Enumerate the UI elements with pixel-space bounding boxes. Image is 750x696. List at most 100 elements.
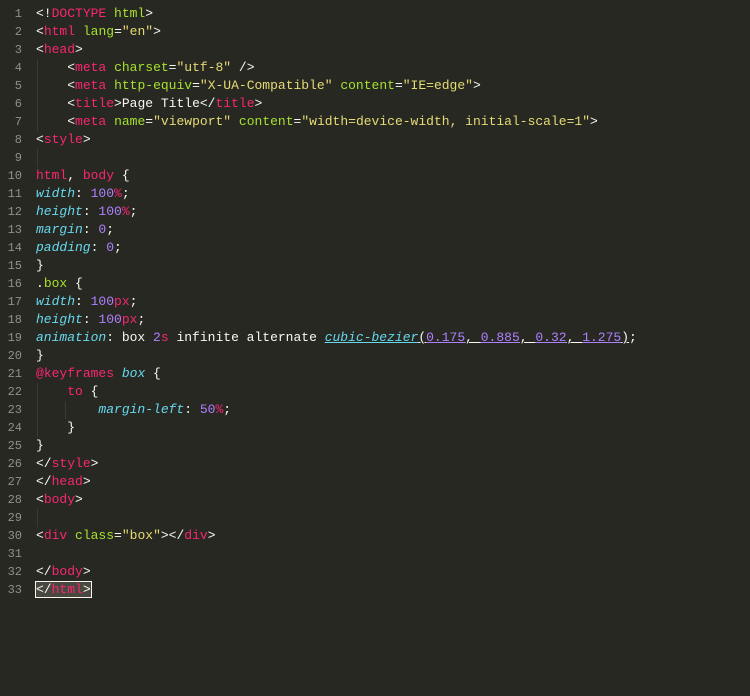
code-line[interactable]: <body> bbox=[36, 491, 750, 509]
token: </ bbox=[36, 474, 52, 489]
code-line[interactable]: <html lang="en"> bbox=[36, 23, 750, 41]
token bbox=[106, 6, 114, 21]
code-line[interactable]: } bbox=[36, 419, 750, 437]
token: = bbox=[145, 114, 153, 129]
line-number: 12 bbox=[0, 203, 22, 221]
token: "width=device-width, initial-scale=1" bbox=[301, 114, 590, 129]
token: { bbox=[83, 384, 99, 399]
code-line[interactable]: <meta name="viewport" content="width=dev… bbox=[36, 113, 750, 131]
code-line[interactable] bbox=[36, 149, 750, 167]
code-line[interactable]: height: 100px; bbox=[36, 311, 750, 329]
token: div bbox=[184, 528, 207, 543]
line-number: 6 bbox=[0, 95, 22, 113]
token: } bbox=[67, 420, 75, 435]
code-line[interactable]: </head> bbox=[36, 473, 750, 491]
line-number: 5 bbox=[0, 77, 22, 95]
code-line[interactable]: animation: box 2s infinite alternate cub… bbox=[36, 329, 750, 347]
token: > bbox=[83, 564, 91, 579]
token: "IE=edge" bbox=[403, 78, 473, 93]
token: keyframes bbox=[44, 366, 114, 381]
token: html bbox=[52, 582, 83, 597]
token: > bbox=[83, 132, 91, 147]
code-line[interactable]: padding: 0; bbox=[36, 239, 750, 257]
token: : bbox=[83, 312, 99, 327]
token: : bbox=[83, 222, 99, 237]
code-line[interactable] bbox=[36, 509, 750, 527]
line-number: 9 bbox=[0, 149, 22, 167]
token: s bbox=[161, 330, 169, 345]
token: : bbox=[91, 240, 107, 255]
token: "utf-8" bbox=[176, 60, 231, 75]
token bbox=[75, 24, 83, 39]
token: 100 bbox=[91, 186, 114, 201]
code-line[interactable]: </style> bbox=[36, 455, 750, 473]
code-line[interactable]: <!DOCTYPE html> bbox=[36, 5, 750, 23]
token bbox=[36, 60, 67, 75]
code-line[interactable]: } bbox=[36, 257, 750, 275]
token: > bbox=[255, 96, 263, 111]
code-line[interactable]: <meta charset="utf-8" /> bbox=[36, 59, 750, 77]
token: 0 bbox=[106, 240, 114, 255]
token: ; bbox=[223, 402, 231, 417]
line-number-gutter: 1234567891011121314151617181920212223242… bbox=[0, 0, 30, 696]
code-editor[interactable]: 1234567891011121314151617181920212223242… bbox=[0, 0, 750, 696]
token bbox=[231, 114, 239, 129]
token: meta bbox=[75, 60, 106, 75]
code-line[interactable]: } bbox=[36, 437, 750, 455]
token: < bbox=[36, 42, 44, 57]
line-number: 27 bbox=[0, 473, 22, 491]
code-line[interactable]: </html> bbox=[36, 581, 750, 599]
code-area[interactable]: <!DOCTYPE html><html lang="en"><head> <m… bbox=[30, 0, 750, 696]
code-line[interactable]: </body> bbox=[36, 563, 750, 581]
token: < bbox=[36, 24, 44, 39]
token: = bbox=[395, 78, 403, 93]
code-line[interactable]: <div class="box"></div> bbox=[36, 527, 750, 545]
token: content bbox=[239, 114, 294, 129]
token: 50 bbox=[200, 402, 216, 417]
code-line[interactable]: <head> bbox=[36, 41, 750, 59]
line-number: 7 bbox=[0, 113, 22, 131]
token: </ bbox=[200, 96, 216, 111]
code-line[interactable]: width: 100%; bbox=[36, 185, 750, 203]
line-number: 18 bbox=[0, 311, 22, 329]
token: style bbox=[44, 132, 83, 147]
token: , bbox=[67, 168, 83, 183]
token: body bbox=[52, 564, 83, 579]
line-number: 28 bbox=[0, 491, 22, 509]
token: > bbox=[473, 78, 481, 93]
token: ( bbox=[418, 330, 426, 345]
code-line[interactable]: <style> bbox=[36, 131, 750, 149]
code-line[interactable]: html, body { bbox=[36, 167, 750, 185]
code-line[interactable]: @keyframes box { bbox=[36, 365, 750, 383]
code-line[interactable]: to { bbox=[36, 383, 750, 401]
line-number: 23 bbox=[0, 401, 22, 419]
code-line[interactable]: <title>Page Title</title> bbox=[36, 95, 750, 113]
code-line[interactable]: <meta http-equiv="X-UA-Compatible" conte… bbox=[36, 77, 750, 95]
token: </ bbox=[36, 582, 52, 597]
code-line[interactable] bbox=[36, 545, 750, 563]
token bbox=[36, 78, 67, 93]
token bbox=[67, 528, 75, 543]
token: ; bbox=[130, 294, 138, 309]
token: meta bbox=[75, 78, 106, 93]
token: margin bbox=[36, 222, 83, 237]
token: html bbox=[36, 168, 67, 183]
token: , bbox=[520, 330, 536, 345]
line-number: 31 bbox=[0, 545, 22, 563]
token: DOCTYPE bbox=[52, 6, 107, 21]
token: margin-left bbox=[98, 402, 184, 417]
code-line[interactable]: margin: 0; bbox=[36, 221, 750, 239]
token: { bbox=[67, 276, 83, 291]
code-line[interactable]: width: 100px; bbox=[36, 293, 750, 311]
code-line[interactable]: } bbox=[36, 347, 750, 365]
line-number: 15 bbox=[0, 257, 22, 275]
token: <! bbox=[36, 6, 52, 21]
code-line[interactable]: margin-left: 50%; bbox=[36, 401, 750, 419]
code-line[interactable]: .box { bbox=[36, 275, 750, 293]
code-line[interactable]: height: 100%; bbox=[36, 203, 750, 221]
token: > bbox=[83, 582, 91, 597]
token: width bbox=[36, 294, 75, 309]
token: > bbox=[590, 114, 598, 129]
token: > bbox=[83, 474, 91, 489]
line-number: 32 bbox=[0, 563, 22, 581]
